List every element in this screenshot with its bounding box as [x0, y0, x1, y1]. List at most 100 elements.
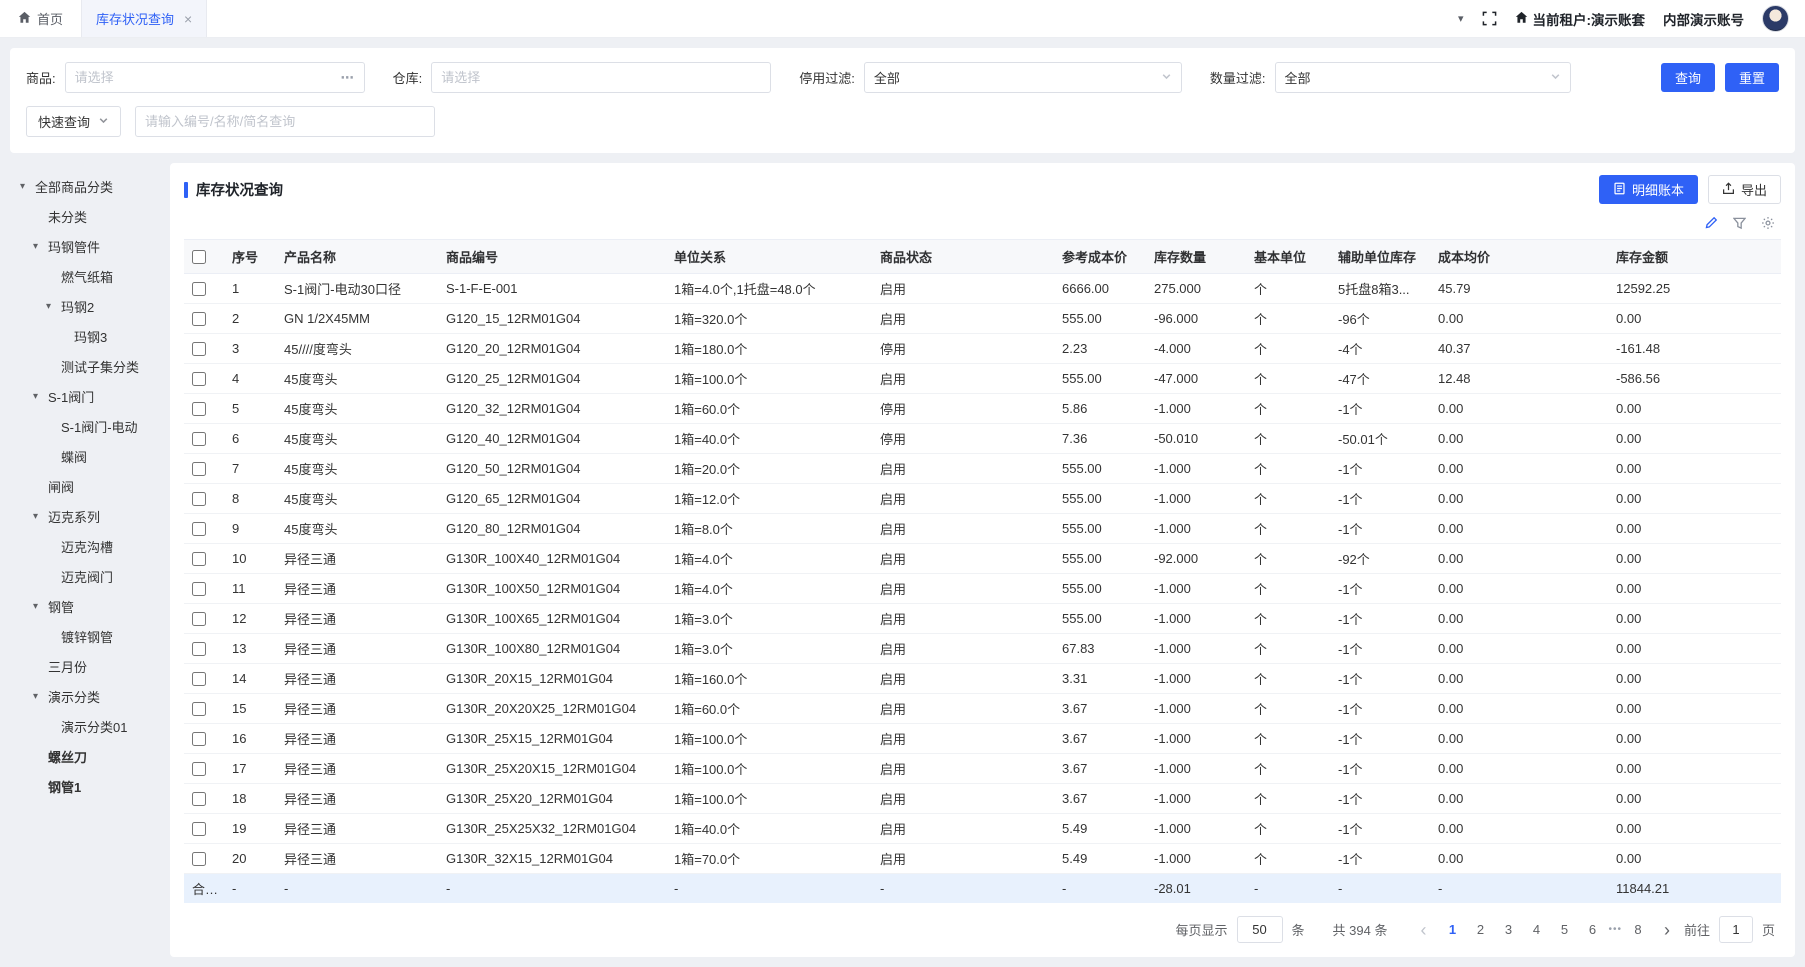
- table-cell: 1箱=60.0个: [666, 394, 872, 424]
- row-checkbox[interactable]: [192, 582, 206, 596]
- tree-item[interactable]: 蝶阀: [16, 441, 170, 471]
- tree-item[interactable]: 玛钢3: [16, 321, 170, 351]
- pagination-page[interactable]: 2: [1468, 917, 1492, 943]
- tenant-info[interactable]: 当前租户:演示账套: [1515, 9, 1646, 29]
- row-checkbox[interactable]: [192, 792, 206, 806]
- detail-ledger-button[interactable]: 明细账本: [1599, 175, 1698, 204]
- disable-filter-select[interactable]: 全部: [864, 62, 1182, 93]
- pagination-ellipsis[interactable]: •••: [1608, 924, 1622, 935]
- table-cell: -47个: [1330, 364, 1430, 394]
- row-checkbox[interactable]: [192, 612, 206, 626]
- tree-item[interactable]: 演示分类01: [16, 711, 170, 741]
- quick-query-button[interactable]: 快速查询: [26, 106, 121, 137]
- account-name[interactable]: 内部演示账号: [1663, 9, 1744, 29]
- tab-inventory-query[interactable]: 库存状况查询 ×: [81, 0, 207, 37]
- close-icon[interactable]: ×: [184, 12, 192, 26]
- expand-arrow-icon[interactable]: ▾: [33, 601, 48, 612]
- tree-item[interactable]: 镀锌钢管: [16, 621, 170, 651]
- row-checkbox[interactable]: [192, 822, 206, 836]
- tree-item[interactable]: 测试子集分类: [16, 351, 170, 381]
- pagination-page[interactable]: 5: [1552, 917, 1576, 943]
- row-checkbox-cell: [184, 664, 224, 694]
- settings-gear-icon[interactable]: [1761, 216, 1775, 230]
- topbar-right: ▾ 当前租户:演示账套 内部演示账号: [1458, 5, 1789, 32]
- qty-filter-value: 全部: [1285, 68, 1311, 87]
- pagination-page[interactable]: 4: [1524, 917, 1548, 943]
- tree-item[interactable]: ▾玛钢2: [16, 291, 170, 321]
- row-checkbox[interactable]: [192, 552, 206, 566]
- edit-icon[interactable]: [1704, 216, 1718, 230]
- table-cell: 18: [224, 784, 276, 814]
- warehouse-picker[interactable]: [431, 62, 771, 93]
- expand-arrow-icon[interactable]: ▾: [20, 181, 35, 192]
- row-checkbox[interactable]: [192, 732, 206, 746]
- quick-search-box[interactable]: [135, 106, 435, 137]
- tree-item[interactable]: ▾迈克系列: [16, 501, 170, 531]
- row-checkbox[interactable]: [192, 372, 206, 386]
- avatar[interactable]: [1762, 5, 1789, 32]
- pagination-page[interactable]: 1: [1440, 917, 1464, 943]
- select-all-checkbox[interactable]: [192, 250, 206, 264]
- pagination-page[interactable]: 8: [1626, 917, 1650, 943]
- filter-icon[interactable]: [1733, 217, 1746, 230]
- row-checkbox[interactable]: [192, 642, 206, 656]
- table-cell: -1.000: [1146, 484, 1246, 514]
- tree-item[interactable]: 钢管1: [16, 771, 170, 801]
- row-checkbox[interactable]: [192, 672, 206, 686]
- row-checkbox[interactable]: [192, 492, 206, 506]
- tree-item[interactable]: ▾全部商品分类: [16, 171, 170, 201]
- tree-item[interactable]: ▾S-1阀门: [16, 381, 170, 411]
- quick-search-input[interactable]: [145, 114, 425, 129]
- product-picker[interactable]: ⋯: [65, 62, 365, 93]
- prev-page-icon[interactable]: ‹: [1415, 921, 1431, 939]
- export-button[interactable]: 导出: [1708, 175, 1781, 204]
- table-cell: GN 1/2X45MM: [276, 304, 438, 334]
- tab-bar: 首页 库存状况查询 ×: [0, 0, 207, 37]
- warehouse-input[interactable]: [441, 70, 761, 85]
- tree-item[interactable]: S-1阀门-电动: [16, 411, 170, 441]
- row-checkbox[interactable]: [192, 282, 206, 296]
- expand-arrow-icon[interactable]: ▾: [33, 691, 48, 702]
- search-button[interactable]: 查询: [1661, 63, 1715, 92]
- tree-item[interactable]: ▾演示分类: [16, 681, 170, 711]
- row-checkbox[interactable]: [192, 702, 206, 716]
- row-checkbox[interactable]: [192, 852, 206, 866]
- table-cell: 个: [1246, 634, 1330, 664]
- row-checkbox[interactable]: [192, 522, 206, 536]
- tree-item[interactable]: 未分类: [16, 201, 170, 231]
- chevron-down-icon[interactable]: ▾: [1458, 12, 1464, 25]
- expand-arrow-icon[interactable]: ▾: [33, 511, 48, 522]
- tree-item[interactable]: 迈克沟槽: [16, 531, 170, 561]
- qty-filter-select[interactable]: 全部: [1275, 62, 1571, 93]
- tree-item[interactable]: 螺丝刀: [16, 741, 170, 771]
- tree-item[interactable]: 三月份: [16, 651, 170, 681]
- row-checkbox[interactable]: [192, 402, 206, 416]
- picker-dots-icon[interactable]: ⋯: [341, 70, 355, 86]
- row-checkbox[interactable]: [192, 762, 206, 776]
- fullscreen-icon[interactable]: [1482, 11, 1497, 26]
- next-page-icon[interactable]: ›: [1659, 921, 1675, 939]
- tree-item[interactable]: 闸阀: [16, 471, 170, 501]
- product-input[interactable]: [75, 70, 335, 85]
- pagination-page[interactable]: 3: [1496, 917, 1520, 943]
- tree-item[interactable]: 燃气纸箱: [16, 261, 170, 291]
- tree-item[interactable]: ▾玛钢管件: [16, 231, 170, 261]
- pagination-page[interactable]: 6: [1580, 917, 1604, 943]
- tab-home[interactable]: 首页: [0, 0, 81, 37]
- total-cell: -: [872, 874, 1054, 904]
- tree-item[interactable]: 迈克阀门: [16, 561, 170, 591]
- reset-button[interactable]: 重置: [1725, 63, 1779, 92]
- expand-arrow-icon[interactable]: ▾: [33, 391, 48, 402]
- goto-page-input[interactable]: [1719, 916, 1753, 943]
- row-checkbox[interactable]: [192, 312, 206, 326]
- table-row: 12异径三通G130R_100X65_12RM01G041箱=3.0个启用555…: [184, 604, 1781, 634]
- expand-arrow-icon[interactable]: ▾: [46, 301, 61, 312]
- table-cell: 3.67: [1054, 694, 1146, 724]
- row-checkbox[interactable]: [192, 342, 206, 356]
- row-checkbox[interactable]: [192, 462, 206, 476]
- expand-arrow-icon[interactable]: ▾: [33, 241, 48, 252]
- table-cell: -1个: [1330, 454, 1430, 484]
- per-page-input[interactable]: [1237, 916, 1283, 943]
- row-checkbox[interactable]: [192, 432, 206, 446]
- tree-item[interactable]: ▾钢管: [16, 591, 170, 621]
